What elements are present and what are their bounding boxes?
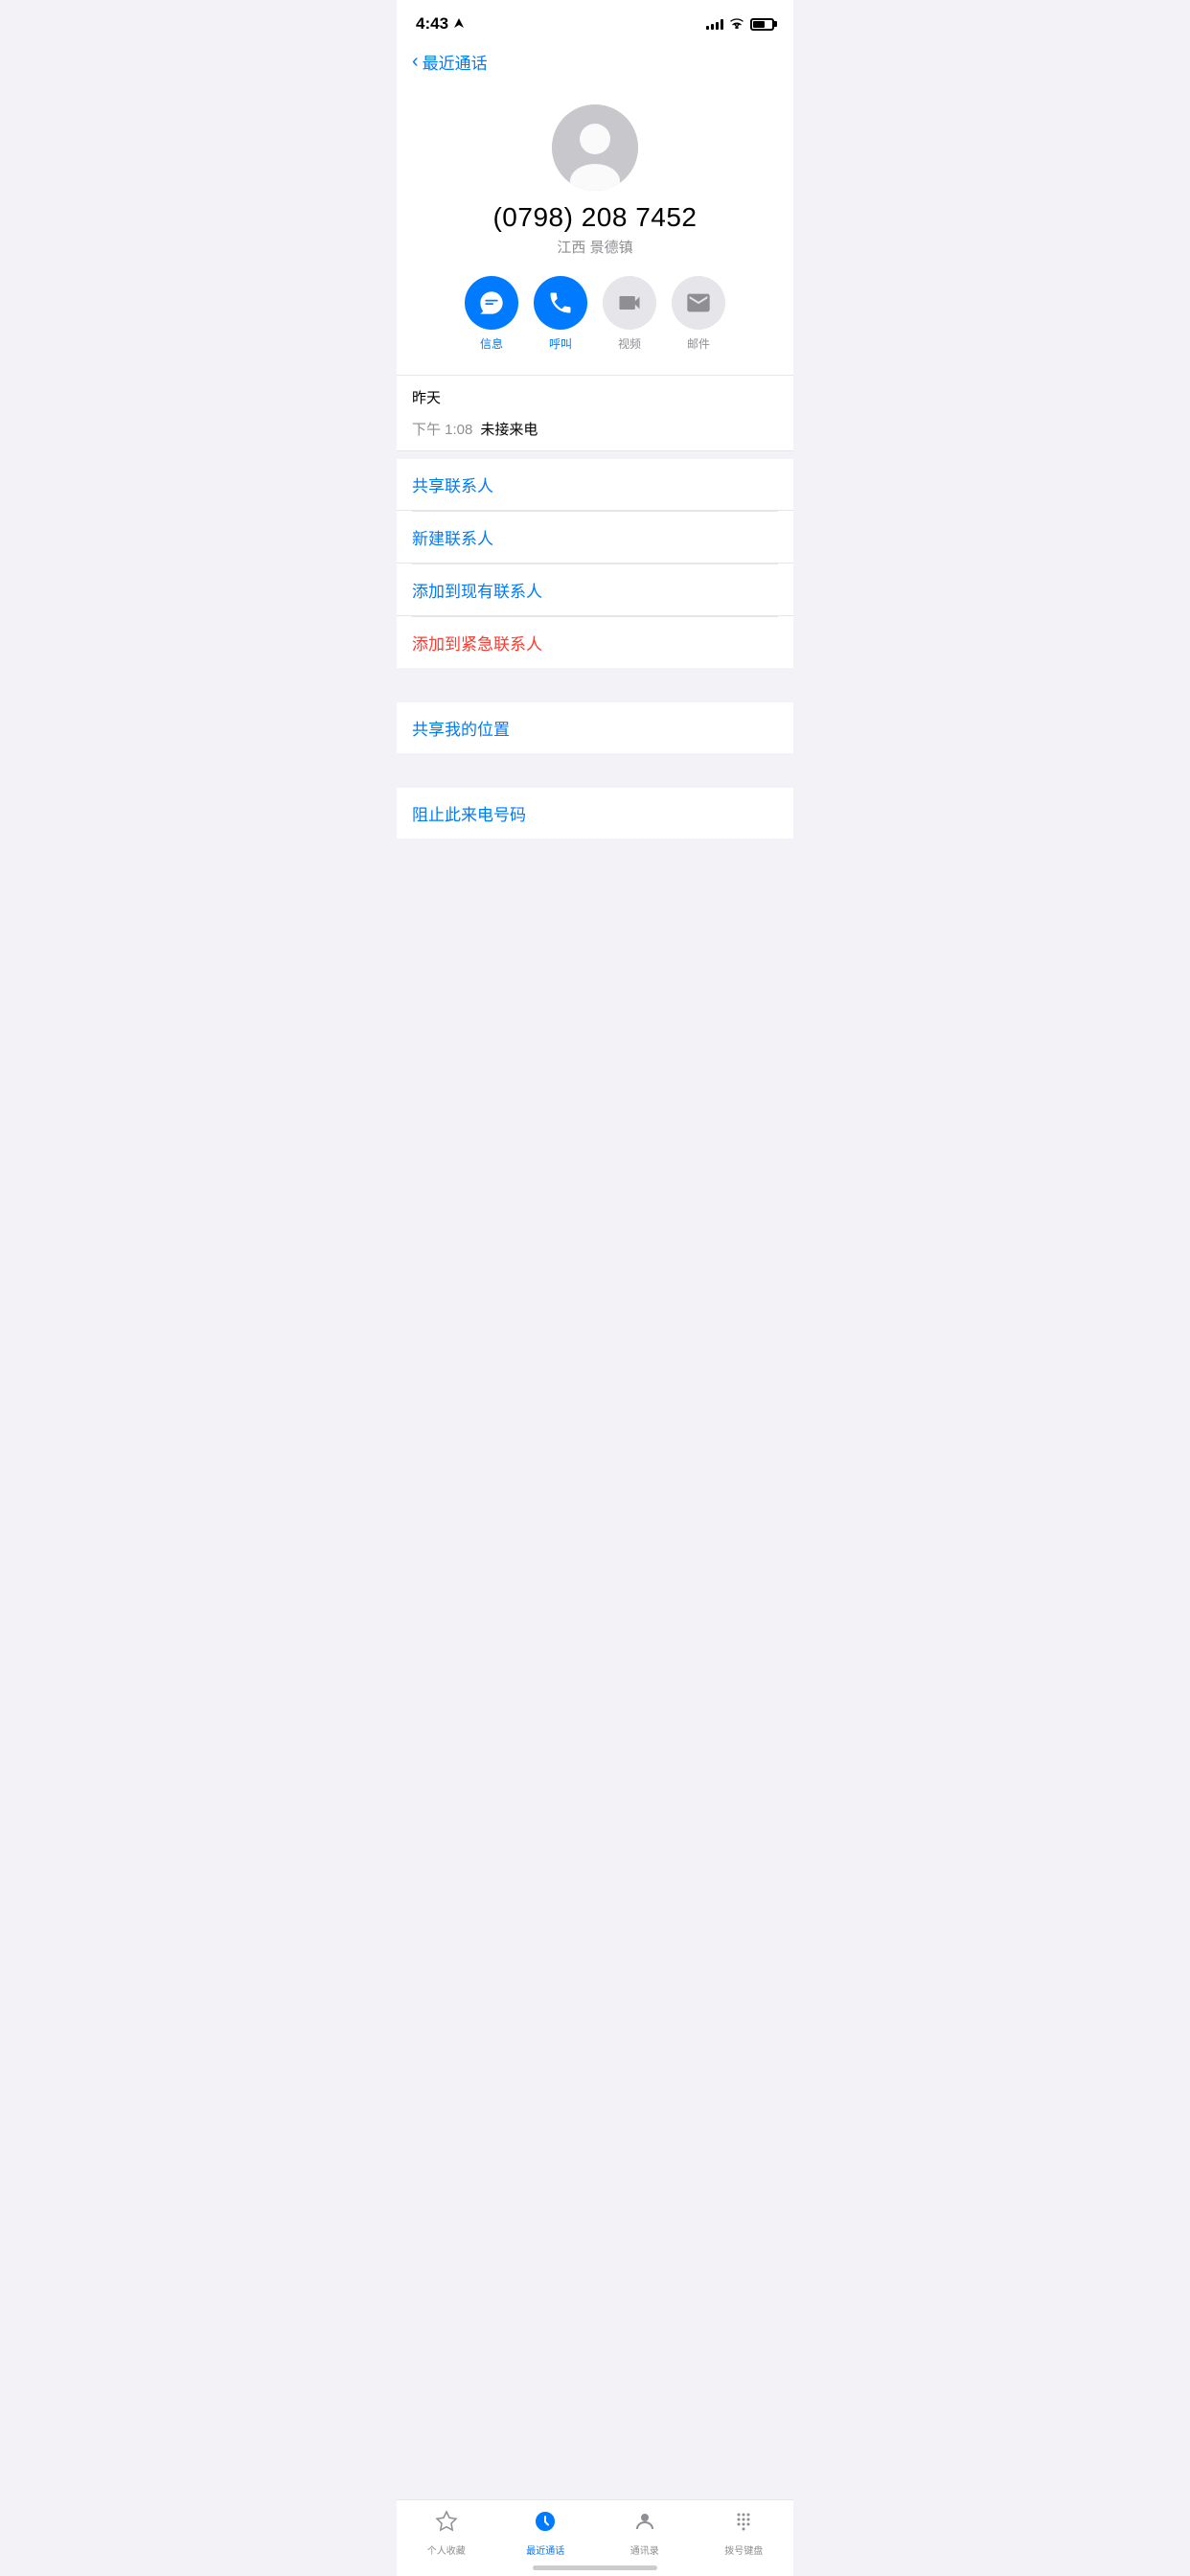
block-caller-item[interactable]: 阻止此来电号码 <box>397 788 793 839</box>
clock-icon <box>534 2510 557 2539</box>
back-button[interactable]: ‹ 最近通话 <box>412 50 488 74</box>
tab-contacts[interactable]: 通讯录 <box>595 2510 695 2557</box>
message-icon-bg <box>465 276 518 330</box>
contact-actions-section: 共享联系人 新建联系人 添加到现有联系人 添加到紧急联系人 <box>397 459 793 668</box>
tab-keypad[interactable]: 拨号键盘 <box>695 2510 794 2557</box>
back-chevron-icon: ‹ <box>412 51 419 73</box>
tab-favorites[interactable]: 个人收藏 <box>397 2510 496 2557</box>
status-bar: 4:43 <box>397 0 793 42</box>
contact-location: 江西 景德镇 <box>557 237 632 257</box>
video-label: 视频 <box>618 335 641 352</box>
wifi-icon <box>729 16 744 32</box>
back-label: 最近通话 <box>423 50 488 74</box>
tab-favorites-label: 个人收藏 <box>427 2542 466 2557</box>
mail-button[interactable]: 邮件 <box>672 276 725 352</box>
status-time: 4:43 <box>416 14 464 34</box>
message-button[interactable]: 信息 <box>465 276 518 352</box>
spacer-1 <box>397 668 793 695</box>
history-status: 未接来电 <box>480 419 538 439</box>
call-label: 呼叫 <box>549 335 572 352</box>
contact-card: (0798) 208 7452 江西 景德镇 信息 <box>397 85 793 376</box>
call-history-section: 昨天 下午 1:08 未接来电 <box>397 376 793 451</box>
message-label: 信息 <box>480 335 503 352</box>
share-contact-item[interactable]: 共享联系人 <box>397 459 793 511</box>
action-buttons: 信息 呼叫 视频 <box>465 276 725 352</box>
nav-bar: ‹ 最近通话 <box>397 42 793 85</box>
star-icon <box>435 2510 458 2539</box>
person-icon <box>633 2510 656 2539</box>
mail-label: 邮件 <box>687 335 710 352</box>
battery-icon <box>750 18 774 31</box>
location-section: 共享我的位置 <box>397 702 793 753</box>
share-location-item[interactable]: 共享我的位置 <box>397 702 793 753</box>
video-button[interactable]: 视频 <box>603 276 656 352</box>
phone-number: (0798) 208 7452 <box>492 202 697 233</box>
history-time: 下午 1:08 <box>412 419 472 439</box>
history-entry: 下午 1:08 未接来电 <box>412 411 778 450</box>
tab-bar: 个人收藏 最近通话 通讯录 <box>397 2499 793 2576</box>
new-contact-item[interactable]: 新建联系人 <box>397 512 793 564</box>
avatar <box>552 104 638 191</box>
call-icon-bg <box>534 276 587 330</box>
keypad-icon <box>732 2510 755 2539</box>
block-section: 阻止此来电号码 <box>397 788 793 839</box>
status-icons <box>706 16 774 32</box>
video-icon-bg <box>603 276 656 330</box>
signal-icon <box>706 18 723 30</box>
add-existing-item[interactable]: 添加到现有联系人 <box>397 564 793 616</box>
spacer-2 <box>397 753 793 780</box>
tab-recents[interactable]: 最近通话 <box>496 2510 596 2557</box>
tab-contacts-label: 通讯录 <box>630 2542 659 2557</box>
add-emergency-item[interactable]: 添加到紧急联系人 <box>397 617 793 668</box>
bottom-spacer <box>397 839 793 854</box>
mail-icon-bg <box>672 276 725 330</box>
tab-keypad-label: 拨号键盘 <box>724 2542 763 2557</box>
history-day: 昨天 <box>412 387 778 407</box>
home-indicator <box>533 2565 657 2570</box>
call-button[interactable]: 呼叫 <box>534 276 587 352</box>
tab-recents-label: 最近通话 <box>526 2542 564 2557</box>
